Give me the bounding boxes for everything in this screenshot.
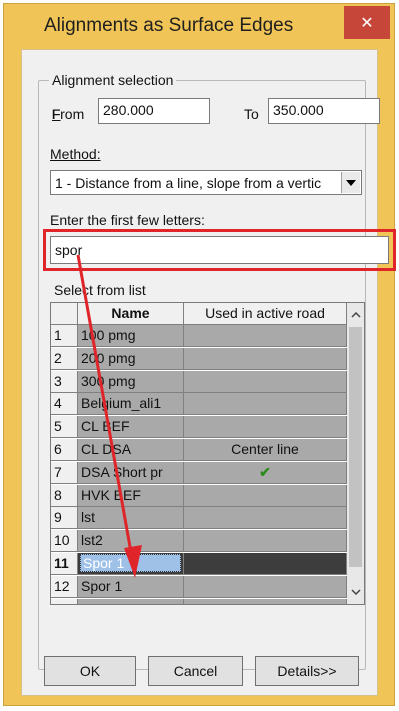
row-number[interactable]: 3 [51, 370, 78, 393]
row-number[interactable]: 7 [51, 461, 78, 484]
chevron-down-icon [346, 179, 356, 186]
header-number [51, 303, 78, 325]
search-label: Enter the first few letters: [50, 212, 205, 228]
chevron-up-icon [350, 312, 361, 318]
table-row[interactable]: 8 HVK BEF [51, 484, 347, 507]
check-icon[interactable]: ✔ [184, 461, 347, 484]
row-number[interactable]: 9 [51, 507, 78, 530]
row-name-cell[interactable]: lst2 [78, 530, 184, 553]
dialog-client-area: Alignment selection FFrom 280.000 To 350… [21, 49, 396, 696]
vertical-scrollbar[interactable] [347, 303, 364, 604]
row-name-cell[interactable]: Spor 1 [78, 575, 184, 598]
row-used-cell[interactable] [184, 347, 347, 370]
table-row[interactable]: 4 Belgium_ali1 [51, 393, 347, 416]
close-button[interactable]: ✕ [344, 6, 390, 39]
table-row[interactable]: 13Spor 2 (V) [51, 598, 347, 604]
row-name-cell[interactable]: HVK BEF [78, 484, 184, 507]
table-row[interactable]: 1 100 pmg [51, 325, 347, 347]
row-used-cell[interactable] [184, 507, 347, 530]
method-dropdown[interactable]: 1 - Distance from a line, slope from a v… [50, 170, 362, 195]
row-name-cell[interactable]: Spor 2 (V) [78, 598, 184, 604]
dropdown-arrow-button[interactable] [341, 172, 360, 193]
row-number[interactable]: 12 [51, 575, 78, 598]
row-used-cell[interactable] [184, 530, 347, 553]
row-used-cell[interactable] [184, 484, 347, 507]
table-row[interactable]: 3 300 pmg [51, 370, 347, 393]
list-label: Select from list [54, 282, 146, 298]
row-name-cell[interactable]: CL DSA [78, 439, 184, 461]
dialog-window: Alignments as Surface Edges ✕ Alignment … [3, 3, 396, 706]
row-used-cell[interactable] [184, 370, 347, 393]
grid-header: Name Used in active road [51, 303, 347, 325]
close-icon: ✕ [360, 14, 374, 32]
table-row[interactable]: 10 lst2 [51, 530, 347, 553]
method-selected-value: 1 - Distance from a line, slope from a v… [55, 175, 322, 191]
row-number[interactable]: 4 [51, 393, 78, 416]
table-row[interactable]: 7 DSA Short pr ✔ [51, 461, 347, 484]
from-label-text: From [51, 106, 85, 122]
row-used-cell[interactable] [184, 575, 347, 598]
row-number[interactable]: 2 [51, 347, 78, 370]
to-label: To [244, 106, 259, 122]
row-name-cell[interactable]: Belgium_ali1 [78, 393, 184, 416]
header-name[interactable]: Name [78, 303, 184, 325]
table-row[interactable]: 11 Spor 1 [51, 553, 347, 575]
row-name-cell[interactable]: lst [78, 507, 184, 530]
table-row[interactable]: 12 Spor 1 [51, 575, 347, 598]
row-number[interactable]: 10 [51, 530, 78, 553]
table-row[interactable]: 9 lst [51, 507, 347, 530]
cancel-button[interactable]: Cancel [148, 656, 243, 686]
to-field[interactable]: 350.000 [268, 98, 380, 124]
title-bar[interactable]: Alignments as Surface Edges ✕ [4, 4, 394, 48]
row-used-cell[interactable] [184, 325, 347, 347]
scrollbar-thumb[interactable] [349, 327, 362, 567]
header-used-in-active-road[interactable]: Used in active road [184, 303, 347, 325]
row-number[interactable]: 5 [51, 416, 78, 439]
row-name-cell[interactable]: 100 pmg [78, 325, 184, 347]
row-number[interactable]: 6 [51, 439, 78, 461]
row-number[interactable]: 13 [51, 598, 78, 604]
details-button[interactable]: Details>> [255, 656, 359, 686]
window-title: Alignments as Surface Edges [44, 15, 294, 36]
alignment-list-grid[interactable]: Name Used in active road 1 100 pmg 2 200 pm… [50, 302, 365, 605]
row-used-cell[interactable]: Center line [184, 439, 347, 461]
row-used-cell[interactable] [184, 393, 347, 416]
scroll-down-button[interactable] [347, 582, 364, 602]
row-name-cell[interactable]: CL BEF [78, 416, 184, 439]
method-label: Method: [50, 146, 101, 162]
row-name-edit[interactable]: Spor 1 [80, 554, 181, 572]
table-row[interactable]: 5 CL BEF [51, 416, 347, 439]
search-input[interactable]: spor [50, 236, 389, 264]
row-used-cell[interactable] [184, 553, 347, 575]
from-label: FFrom [51, 106, 85, 122]
chevron-down-icon [350, 589, 361, 595]
row-name-cell[interactable]: 300 pmg [78, 370, 184, 393]
row-number[interactable]: 11 [51, 553, 78, 575]
row-name-cell[interactable]: 200 pmg [78, 347, 184, 370]
table-row[interactable]: 6 CL DSA Center line [51, 439, 347, 461]
row-name-cell[interactable]: DSA Short pr [78, 461, 184, 484]
alignment-selection-legend: Alignment selection [49, 72, 177, 88]
row-used-cell[interactable] [184, 416, 347, 439]
scroll-up-button[interactable] [347, 305, 364, 325]
from-field[interactable]: 280.000 [98, 98, 210, 124]
table-row[interactable]: 2 200 pmg [51, 347, 347, 370]
ok-button[interactable]: OK [44, 656, 136, 686]
row-number[interactable]: 8 [51, 484, 78, 507]
row-used-cell[interactable] [184, 598, 347, 604]
row-number[interactable]: 1 [51, 325, 78, 347]
